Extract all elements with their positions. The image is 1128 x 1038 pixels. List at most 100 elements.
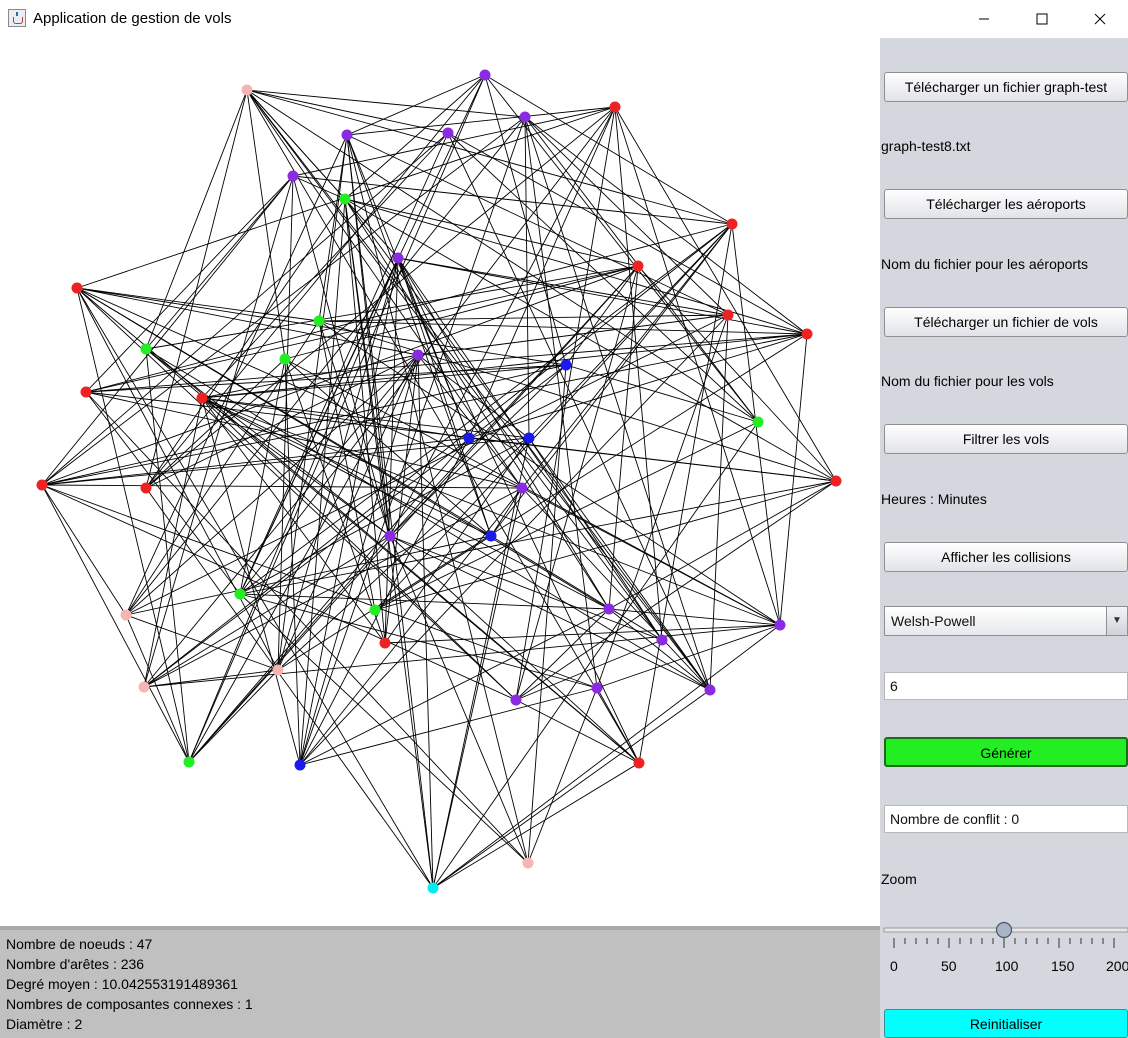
graph-node[interactable]: [516, 482, 528, 494]
zoom-tick-100: 100: [995, 958, 1019, 974]
graph-edge: [374, 480, 837, 611]
graph-node[interactable]: [442, 127, 454, 139]
graph-node[interactable]: [479, 69, 491, 81]
graph-node[interactable]: [560, 359, 572, 371]
window-title: Application de gestion de vols: [33, 10, 232, 27]
graph-node[interactable]: [36, 479, 48, 491]
graph-node[interactable]: [633, 757, 645, 769]
upload-airports-button[interactable]: Télécharger les aéroports: [884, 189, 1128, 219]
graph-node[interactable]: [704, 684, 716, 696]
graph-node[interactable]: [726, 218, 738, 230]
graph-node[interactable]: [138, 681, 150, 693]
zoom-slider-thumb[interactable]: [995, 921, 1013, 939]
minimize-button[interactable]: [955, 0, 1013, 38]
graph-edge: [779, 333, 808, 626]
algorithm-value: Welsh-Powell: [891, 613, 976, 629]
maximize-button[interactable]: [1013, 0, 1071, 38]
graph-edge: [527, 687, 598, 864]
graph-edge: [384, 624, 781, 644]
reset-button[interactable]: Reinitialiser: [884, 1009, 1128, 1038]
graph-node[interactable]: [656, 634, 668, 646]
graph-edge: [85, 391, 529, 864]
graph-node[interactable]: [183, 756, 195, 768]
graph-edge: [432, 624, 781, 889]
graph-node[interactable]: [294, 759, 306, 771]
graph-node[interactable]: [341, 129, 353, 141]
zoom-label: Zoom: [881, 871, 917, 887]
graph-node[interactable]: [196, 392, 208, 404]
graph-edge: [143, 175, 294, 688]
chevron-down-icon[interactable]: ▼: [1106, 607, 1127, 635]
graph-node[interactable]: [830, 475, 842, 487]
filter-flights-button[interactable]: Filtrer les vols: [884, 424, 1128, 454]
k-value-input[interactable]: 6: [884, 672, 1128, 700]
graph-edge: [246, 89, 733, 225]
graph-edge: [515, 480, 837, 701]
graph-node[interactable]: [632, 260, 644, 272]
graph-node[interactable]: [379, 637, 391, 649]
graph-edge: [432, 487, 523, 889]
graph-node[interactable]: [140, 343, 152, 355]
graph-node[interactable]: [384, 530, 396, 542]
graph-node[interactable]: [485, 530, 497, 542]
graph-edge: [344, 198, 808, 335]
graph-edge: [284, 265, 639, 360]
control-sidebar: Télécharger un fichier graph-test graph-…: [880, 38, 1128, 1038]
graph-node[interactable]: [313, 315, 325, 327]
graph-node[interactable]: [722, 309, 734, 321]
graph-node[interactable]: [369, 604, 381, 616]
graph-node[interactable]: [140, 482, 152, 494]
graph-node[interactable]: [523, 432, 535, 444]
graph-node[interactable]: [519, 111, 531, 123]
graph-node[interactable]: [272, 664, 284, 676]
graph-node[interactable]: [120, 609, 132, 621]
graph-node[interactable]: [522, 857, 534, 869]
graph-stats-panel: Nombre de noeuds : 47 Nombre d'arêtes : …: [0, 926, 880, 1038]
graph-node[interactable]: [279, 353, 291, 365]
generate-button[interactable]: Générer: [884, 737, 1128, 767]
graph-edge: [637, 265, 837, 482]
graph-canvas[interactable]: [0, 38, 880, 926]
graph-edge: [125, 614, 190, 763]
graph-edge: [515, 106, 616, 701]
graph-edge: [201, 364, 567, 399]
graph-node[interactable]: [241, 84, 253, 96]
graph-edge: [614, 106, 781, 626]
graph-view[interactable]: [0, 38, 880, 926]
upload-graph-button[interactable]: Télécharger un fichier graph-test: [884, 72, 1128, 102]
graph-node[interactable]: [591, 682, 603, 694]
graph-edge: [277, 134, 348, 671]
algorithm-select[interactable]: Welsh-Powell ▼: [884, 606, 1128, 636]
conflicts-field: Nombre de conflit : 0: [884, 805, 1128, 833]
graph-edge: [318, 320, 837, 482]
java-app-icon: [8, 9, 26, 27]
upload-flights-button[interactable]: Télécharger un fichier de vols: [884, 307, 1128, 337]
graph-node[interactable]: [412, 349, 424, 361]
graph-edge: [292, 175, 391, 537]
graph-edge: [145, 89, 248, 350]
graph-node[interactable]: [392, 252, 404, 264]
graph-edge: [596, 624, 781, 689]
graph-node[interactable]: [287, 170, 299, 182]
zoom-tick-200: 200: [1106, 958, 1128, 974]
graph-node[interactable]: [603, 603, 615, 615]
graph-node[interactable]: [752, 416, 764, 428]
graph-node[interactable]: [801, 328, 813, 340]
diameter: Diamètre : 2: [6, 1016, 83, 1032]
graph-node[interactable]: [609, 101, 621, 113]
graph-node[interactable]: [427, 882, 439, 894]
graph-edge: [608, 608, 711, 691]
graph-node[interactable]: [774, 619, 786, 631]
graph-edge: [447, 132, 711, 691]
show-collisions-button[interactable]: Afficher les collisions: [884, 542, 1128, 572]
zoom-tick-150: 150: [1051, 958, 1075, 974]
graph-node[interactable]: [234, 588, 246, 600]
graph-node[interactable]: [463, 432, 475, 444]
zoom-tick-50: 50: [941, 958, 957, 974]
graph-node[interactable]: [71, 282, 83, 294]
close-button[interactable]: [1071, 0, 1128, 38]
graph-node[interactable]: [339, 193, 351, 205]
graph-node[interactable]: [80, 386, 92, 398]
graph-node[interactable]: [510, 694, 522, 706]
graph-edge: [246, 89, 526, 118]
